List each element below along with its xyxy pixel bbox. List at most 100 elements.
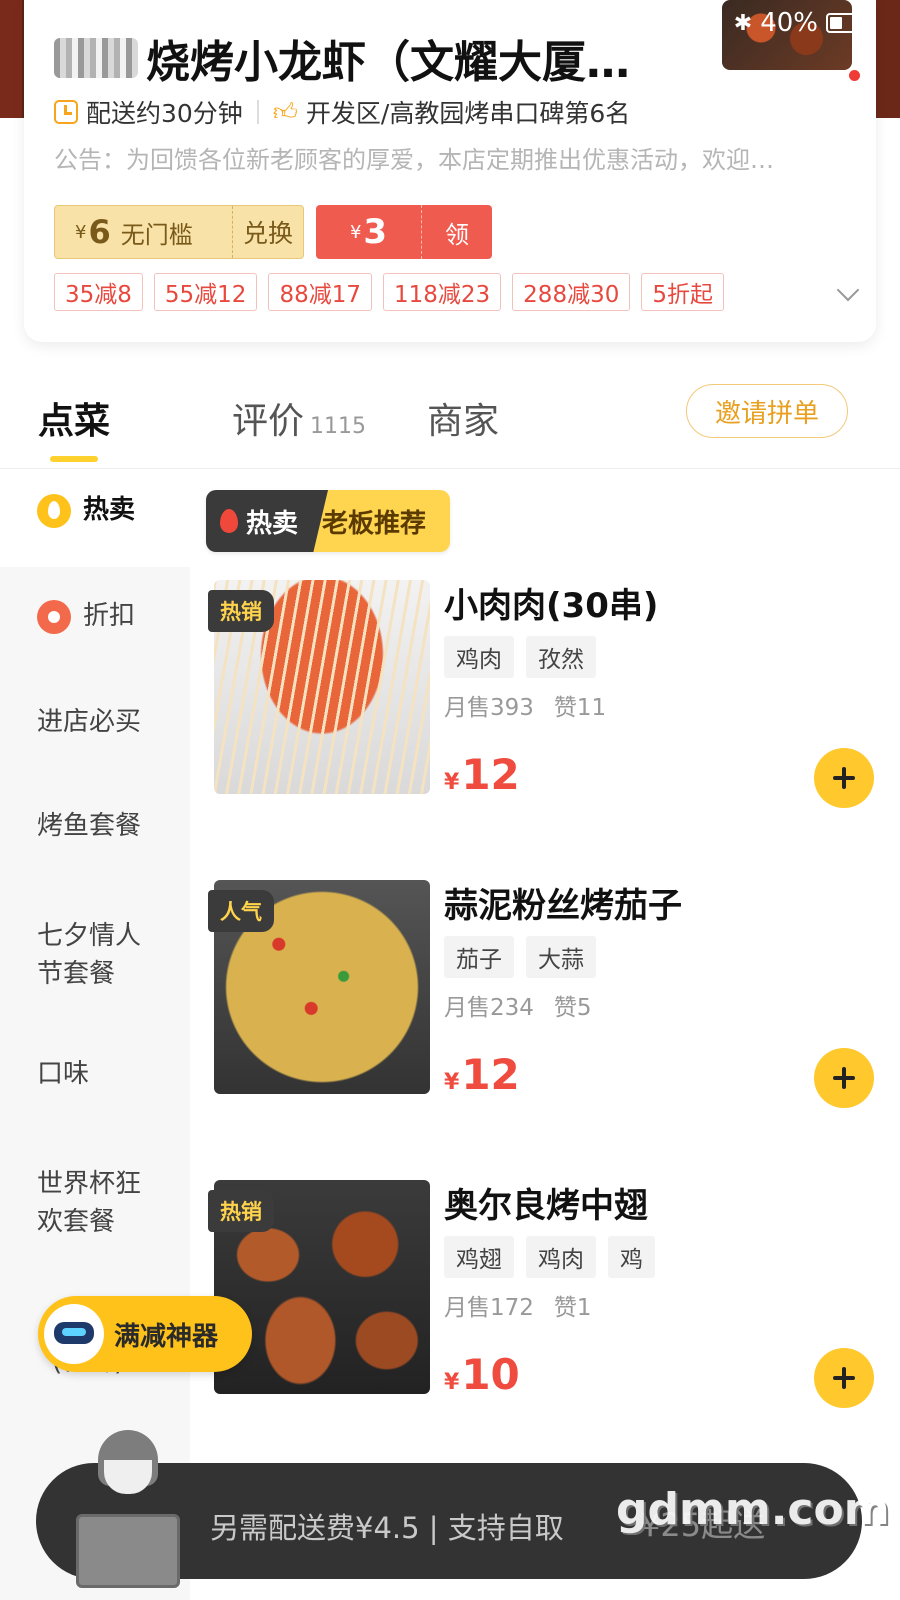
sidebar-item-hot[interactable]: 热卖 (0, 469, 190, 567)
dish-tag: 鸡翅 (444, 1236, 514, 1278)
sidebar-item-label: 折扣 (83, 601, 136, 631)
delivery-box (76, 1514, 180, 1588)
robot-mascot-icon (44, 1304, 104, 1364)
delivery-fee-info: 另需配送费¥4.5 | 支持自取 (210, 1511, 564, 1545)
sidebar-item-grilled-fish[interactable]: 烤鱼套餐 (0, 807, 190, 845)
section-tag: 热卖 (206, 490, 329, 552)
tab-merchant[interactable]: 商家 (427, 392, 499, 444)
sidebar-item-label: 进店必买 (37, 707, 142, 737)
promotion-tag: 88减17 (268, 273, 372, 311)
bluetooth-icon: ✱ (733, 10, 753, 36)
battery-icon (826, 13, 860, 33)
coupon-label: 无门槛 (120, 220, 193, 249)
promotion-tag: 35减8 (54, 273, 143, 311)
sidebar-item-qixi[interactable]: 七夕情人节套餐 (0, 917, 150, 993)
likes-count: 赞11 (553, 695, 607, 721)
sidebar-item-flavor[interactable]: 口味 (0, 1055, 190, 1093)
likes-count: 赞1 (553, 1295, 592, 1321)
clock-icon (54, 100, 78, 124)
store-card: 烧烤小龙虾（文耀大厦… 配送约30分钟 👍︎ 开发区/高教园烤串口碑第6名 公告… (24, 0, 876, 342)
price-value: 12 (461, 1050, 520, 1099)
battery-level: 40% (760, 8, 818, 38)
store-meta: 配送约30分钟 👍︎ 开发区/高教园烤串口碑第6名 (54, 94, 630, 130)
tab-label: 评价 (232, 401, 305, 442)
store-title: 烧烤小龙虾（文耀大厦… (54, 26, 630, 90)
dish-price: ¥12 (444, 750, 520, 799)
dish-item[interactable]: 人气 蒜泥粉丝烤茄子 茄子 大蒜 月售234 赞5 ¥12 (208, 880, 874, 1108)
likes-count: 赞5 (553, 995, 592, 1021)
tab-order[interactable]: 点菜 (38, 392, 110, 444)
promotion-tag: 118减23 (383, 273, 502, 311)
coupon-exchange[interactable]: ¥ 6 无门槛 兑换 (54, 205, 304, 259)
promotion-tag: 55减12 (153, 273, 258, 311)
dish-name: 小肉肉(30串) (444, 586, 659, 626)
sidebar-item-label: 口味 (37, 1059, 90, 1089)
section-header: 热卖 老板推荐 (206, 490, 451, 552)
sidebar-item-label: 热卖 (83, 495, 136, 525)
dish-badge: 热销 (208, 590, 274, 632)
coupon-value: ¥ 6 无门槛 (55, 206, 233, 258)
exchange-button[interactable]: 兑换 (233, 214, 303, 250)
dish-tag: 鸡 (608, 1236, 655, 1278)
dish-tags: 茄子 大蒜 (444, 936, 596, 978)
chevron-down-icon[interactable] (836, 278, 860, 302)
add-to-cart-button[interactable] (814, 1048, 874, 1108)
discount-helper-button[interactable]: 满减神器 (38, 1296, 252, 1372)
add-to-cart-button[interactable] (814, 748, 874, 808)
currency-symbol: ¥ (75, 221, 87, 243)
tab-indicator (50, 456, 98, 462)
invite-group-order-button[interactable]: 邀请拼单 (686, 384, 848, 438)
dish-sales: 月售234 赞5 (444, 988, 592, 1022)
sidebar-item-must-buy[interactable]: 进店必买 (0, 703, 190, 741)
dish-tags: 鸡肉 孜然 (444, 636, 596, 678)
status-bar: ✱ 40% (734, 8, 860, 38)
courier-face (104, 1460, 152, 1494)
dish-tag: 鸡肉 (444, 636, 514, 678)
tab-label: 点菜 (38, 401, 111, 442)
watermark: gdmm.com (616, 1484, 890, 1535)
coupon-claim[interactable]: ¥ 3 领 (316, 205, 492, 259)
dish-tag: 茄子 (444, 936, 514, 978)
header-left-edge (0, 0, 22, 118)
price-value: 12 (461, 750, 520, 799)
promotion-tag: 5折起 (641, 273, 724, 311)
dish-tag: 大蒜 (526, 936, 596, 978)
dish-item[interactable]: 热销 小肉肉(30串) 鸡肉 孜然 月售393 赞11 ¥12 (208, 580, 874, 808)
dish-sales: 月售172 赞1 (444, 1288, 592, 1322)
meta-divider (256, 100, 259, 124)
sidebar-item-label: 烤鱼套餐 (37, 811, 142, 841)
review-count: 1115 (310, 414, 367, 439)
monthly-sales: 月售393 (444, 695, 534, 721)
coupon-amount: 3 (363, 212, 388, 252)
dish-tag: 孜然 (526, 636, 596, 678)
blurred-name-block (54, 38, 138, 78)
currency-symbol: ¥ (444, 1070, 460, 1095)
coupon-amount: 6 (88, 213, 111, 251)
section-tag-label: 热卖 (246, 508, 299, 539)
promotion-list: 35减8 55减12 88减17 118减23 288减30 5折起 (54, 273, 724, 311)
sidebar-item-discount[interactable]: 折扣 (0, 597, 190, 635)
dish-name: 蒜泥粉丝烤茄子 (444, 886, 682, 926)
dish-tag: 鸡肉 (526, 1236, 596, 1278)
store-notice[interactable]: 公告：为回馈各位新老顾客的厚爱，本店定期推出优惠活动，欢迎… (54, 140, 834, 175)
tab-reviews[interactable]: 评价 1115 (232, 392, 366, 444)
fire-icon (37, 493, 71, 528)
sidebar-item-label: 世界杯狂欢套餐 (37, 1169, 142, 1237)
sidebar-item-world-cup[interactable]: 世界杯狂欢套餐 (0, 1165, 150, 1241)
currency-symbol: ¥ (444, 1370, 460, 1395)
promotion-tag: 288减30 (512, 273, 631, 311)
notification-dot (849, 70, 860, 81)
section-title: 老板推荐 (308, 490, 451, 552)
thumbs-up-icon: 👍︎ (272, 97, 298, 126)
sidebar-item-label: 七夕情人节套餐 (37, 921, 142, 989)
monthly-sales: 月售172 (444, 1295, 534, 1321)
dish-item[interactable]: 热销 奥尔良烤中翅 鸡翅 鸡肉 鸡 月售172 赞1 ¥10 (208, 1180, 874, 1408)
courier-cart-icon[interactable] (70, 1430, 185, 1590)
add-to-cart-button[interactable] (814, 1348, 874, 1408)
tab-label: 商家 (427, 401, 500, 442)
claim-button[interactable]: 领 (422, 215, 492, 250)
dish-name: 奥尔良烤中翅 (444, 1186, 648, 1226)
dish-badge: 人气 (208, 890, 274, 932)
currency-symbol: ¥ (444, 770, 460, 795)
store-ranking[interactable]: 开发区/高教园烤串口碑第6名 (306, 94, 630, 130)
